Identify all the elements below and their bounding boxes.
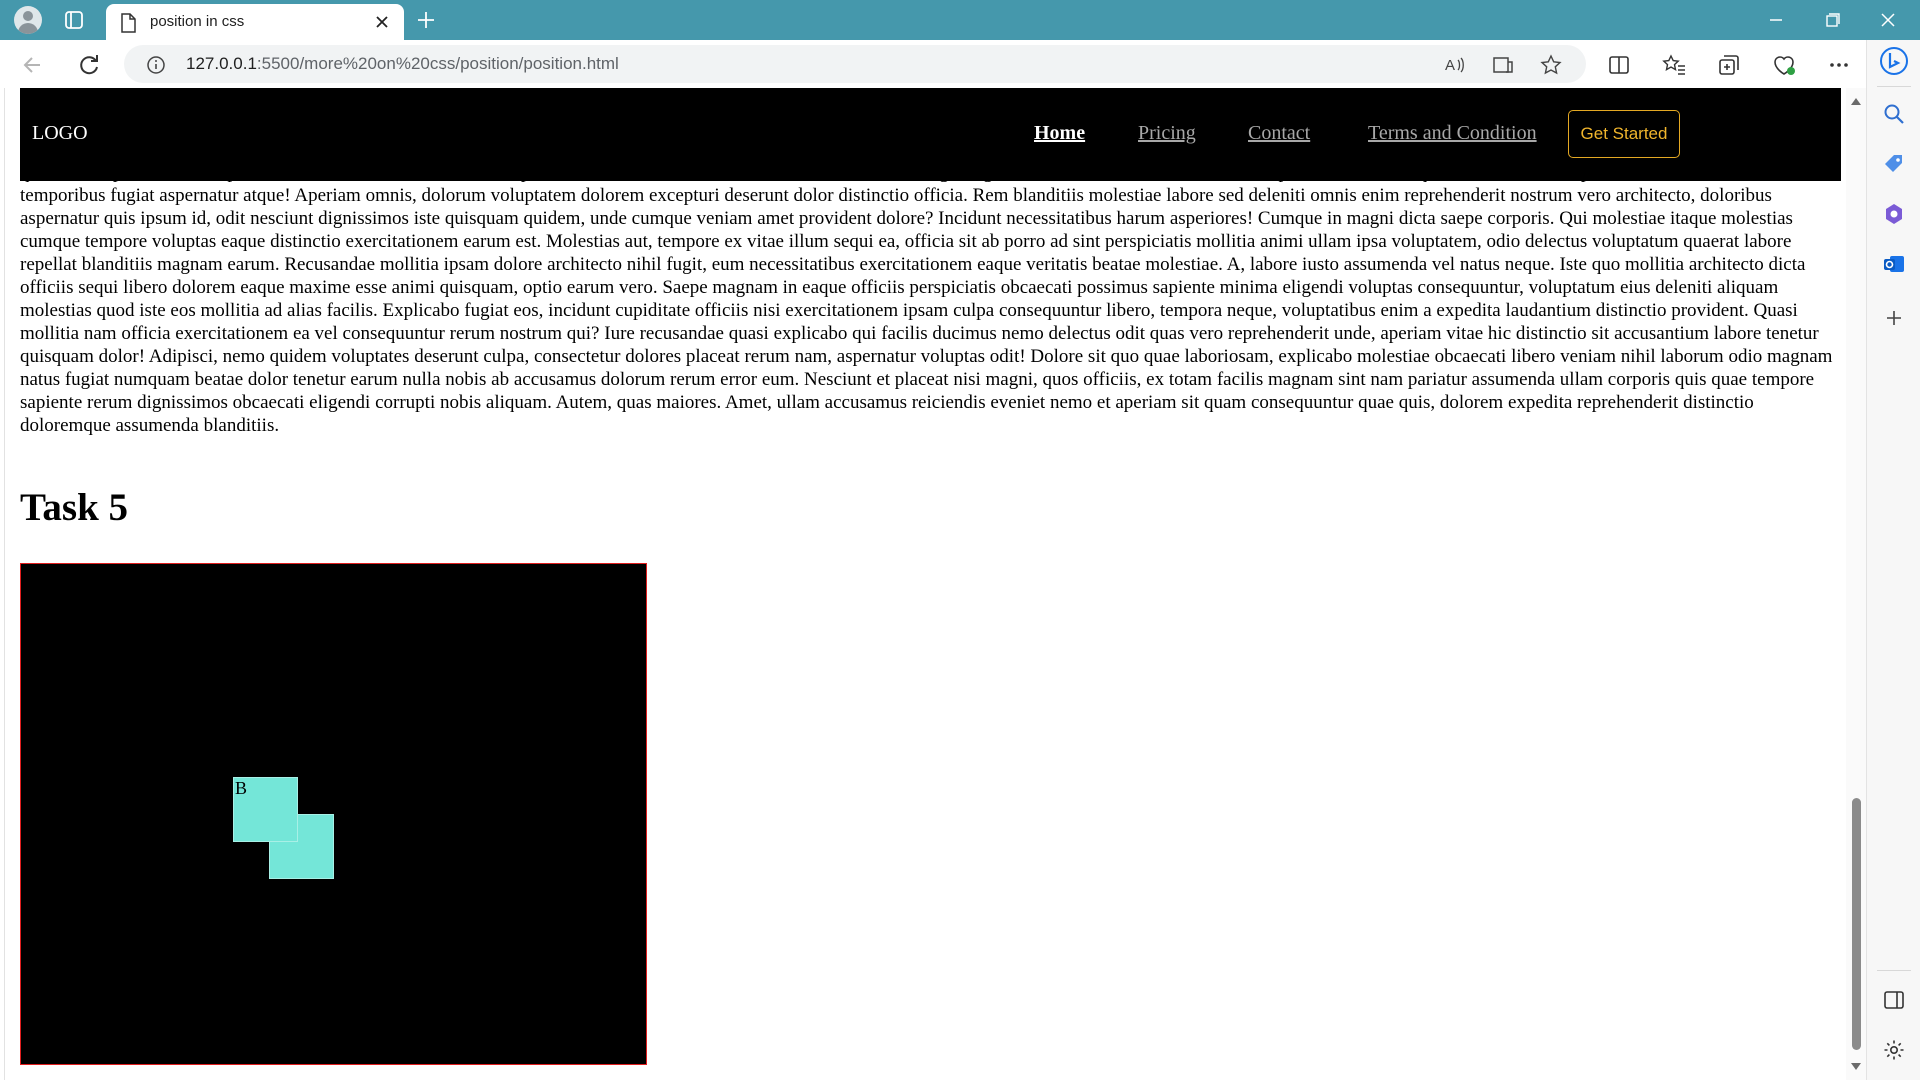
edge-sidebar — [1866, 40, 1920, 1080]
page-file-icon — [120, 13, 136, 37]
scrollbar-thumb[interactable] — [1852, 798, 1861, 1050]
restore-icon[interactable] — [1819, 8, 1845, 32]
hide-sidebar-icon[interactable] — [1882, 988, 1906, 1012]
url-text[interactable]: 127.0.0.1:5500/more%20on%20css/position/… — [186, 54, 619, 74]
url-bar[interactable]: 127.0.0.1:5500/more%20on%20css/position/… — [124, 45, 1586, 83]
read-aloud-icon[interactable]: A — [1444, 54, 1466, 76]
nav-link-contact[interactable]: Contact — [1248, 122, 1310, 145]
browser-essentials-icon[interactable] — [1771, 52, 1797, 78]
close-window-icon[interactable] — [1875, 8, 1901, 32]
sidebar-divider — [1877, 86, 1911, 87]
sidebar-divider — [1877, 970, 1911, 971]
shopping-tag-icon[interactable] — [1882, 152, 1906, 176]
site-navbar: LOGO Home Pricing Contact Terms and Cond… — [20, 88, 1841, 181]
url-path: :5500/more%20on%20css/position/position.… — [256, 54, 619, 73]
tools-icon[interactable] — [1882, 202, 1906, 226]
position-demo-container: B — [20, 563, 647, 1065]
more-menu-icon[interactable] — [1826, 52, 1852, 78]
site-logo[interactable]: LOGO — [32, 122, 88, 145]
outlook-icon[interactable] — [1882, 252, 1906, 276]
page-body: LOGO Home Pricing Contact Terms and Cond… — [4, 88, 1844, 1080]
search-icon[interactable] — [1882, 102, 1906, 126]
url-host: 127.0.0.1 — [186, 54, 257, 73]
minimize-icon[interactable] — [1763, 8, 1789, 32]
site-info-icon[interactable] — [146, 55, 166, 79]
address-toolbar: 127.0.0.1:5500/more%20on%20css/position/… — [0, 40, 1920, 88]
profile-avatar-icon[interactable] — [14, 6, 42, 34]
new-tab-icon[interactable] — [414, 8, 438, 32]
teal-square-b: B — [233, 777, 298, 842]
close-tab-icon[interactable] — [374, 14, 390, 34]
tab-title: position in css — [150, 13, 245, 30]
lorem-paragraph: quidem iste perferendis corporis? Blandi… — [20, 162, 1833, 436]
favorites-icon[interactable] — [1661, 52, 1687, 78]
immersive-reader-icon[interactable] — [1492, 54, 1514, 76]
browser-tab-active[interactable]: position in css — [106, 4, 404, 40]
scroll-down-arrow-icon[interactable] — [1851, 1063, 1861, 1070]
split-screen-icon[interactable] — [1606, 52, 1632, 78]
get-started-button[interactable]: Get Started — [1568, 110, 1680, 158]
collections-icon[interactable] — [1716, 52, 1742, 78]
refresh-icon[interactable] — [76, 52, 102, 78]
add-sidebar-app-icon[interactable] — [1882, 306, 1906, 330]
page-scrollbar[interactable] — [1846, 88, 1866, 1080]
back-arrow-icon[interactable] — [20, 52, 46, 78]
nav-link-pricing[interactable]: Pricing — [1138, 122, 1196, 145]
settings-gear-icon[interactable] — [1882, 1038, 1906, 1062]
task-heading: Task 5 — [20, 486, 129, 529]
svg-text:A: A — [1445, 57, 1455, 74]
nav-link-home[interactable]: Home — [1034, 122, 1085, 145]
page-viewport: LOGO Home Pricing Contact Terms and Cond… — [0, 88, 1866, 1080]
browser-titlebar: position in css — [0, 0, 1920, 40]
favorite-star-icon[interactable] — [1540, 54, 1562, 76]
scroll-up-arrow-icon[interactable] — [1851, 98, 1861, 105]
copilot-icon[interactable] — [1879, 46, 1909, 76]
tab-actions-icon[interactable] — [60, 8, 88, 32]
nav-link-terms[interactable]: Terms and Condition — [1368, 122, 1537, 145]
